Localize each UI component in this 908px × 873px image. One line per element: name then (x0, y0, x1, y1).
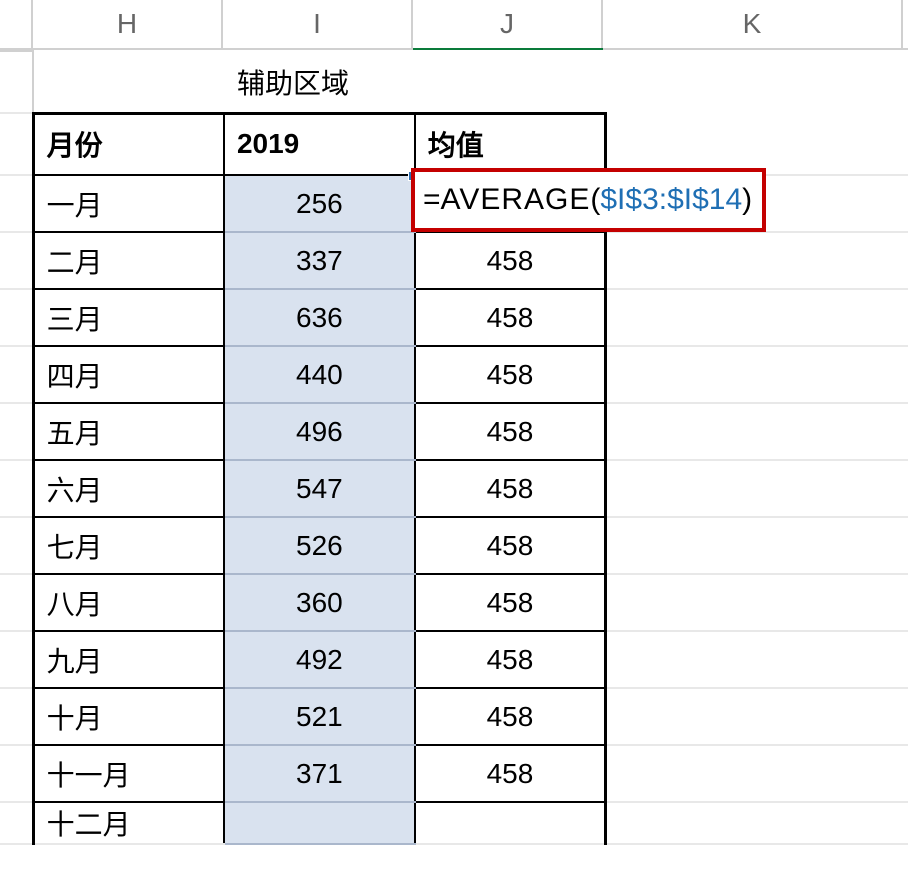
month-cell[interactable]: 八月 (33, 574, 224, 631)
value-cell[interactable]: 526 (224, 517, 415, 574)
avg-cell[interactable]: 458 (415, 403, 606, 460)
month-cell[interactable]: 六月 (33, 460, 224, 517)
row-edge (0, 346, 33, 403)
avg-cell[interactable]: 458 (415, 631, 606, 688)
cell[interactable] (606, 688, 907, 745)
month-cell[interactable]: 四月 (33, 346, 224, 403)
row-edge (0, 403, 33, 460)
avg-cell[interactable]: 458 (415, 517, 606, 574)
row-edge (0, 517, 33, 574)
table-row: 九月 492 458 (0, 631, 907, 688)
month-header-cell[interactable]: 月份 (33, 113, 224, 175)
avg-cell[interactable]: 458 (415, 460, 606, 517)
value-cell[interactable]: 521 (224, 688, 415, 745)
cell[interactable] (606, 113, 907, 175)
month-cell[interactable]: 七月 (33, 517, 224, 574)
table-row: 四月 440 458 (0, 346, 907, 403)
avg-cell[interactable]: 458 (415, 232, 606, 289)
cell[interactable] (415, 51, 606, 113)
cell[interactable] (33, 51, 224, 113)
formula-editor[interactable]: =AVERAGE($I$3:$I$14) (411, 168, 766, 232)
spreadsheet-viewport: H I J K 辅助区域 (0, 0, 908, 873)
column-header-j-label: J (500, 8, 514, 40)
table-row: 六月 547 458 (0, 460, 907, 517)
grid-area: 辅助区域 月份 2019 均值 一月 256 (0, 50, 908, 845)
value-cell[interactable]: 360 (224, 574, 415, 631)
avg-cell[interactable]: 458 (415, 745, 606, 802)
cell[interactable] (606, 517, 907, 574)
column-header-k[interactable]: K (603, 0, 903, 48)
cell[interactable] (606, 51, 907, 113)
value-cell[interactable]: 636 (224, 289, 415, 346)
cell[interactable] (606, 460, 907, 517)
cell[interactable] (606, 631, 907, 688)
aux-area-label-cell[interactable]: 辅助区域 (224, 51, 415, 113)
month-cell[interactable]: 二月 (33, 232, 224, 289)
value-cell[interactable]: 337 (224, 232, 415, 289)
year-header-cell[interactable]: 2019 (224, 113, 415, 175)
value-cell[interactable]: 492 (224, 631, 415, 688)
avg-cell[interactable]: 458 (415, 688, 606, 745)
cell[interactable] (606, 574, 907, 631)
value-cell[interactable]: 496 (224, 403, 415, 460)
table-row: 二月 337 458 (0, 232, 907, 289)
avg-header-cell[interactable]: 均值 (415, 113, 606, 175)
row-edge (0, 289, 33, 346)
month-cell[interactable]: 三月 (33, 289, 224, 346)
row-edge (0, 460, 33, 517)
table-row: 三月 636 458 (0, 289, 907, 346)
cell[interactable] (606, 232, 907, 289)
table-row: 五月 496 458 (0, 403, 907, 460)
column-header-row: H I J K (0, 0, 908, 50)
row-edge (0, 51, 33, 113)
formula-open-paren: ( (590, 183, 600, 216)
row-edge (0, 574, 33, 631)
value-cell[interactable]: 256 (224, 175, 415, 232)
month-cell[interactable]: 一月 (33, 175, 224, 232)
row-edge (0, 688, 33, 745)
month-cell[interactable]: 十月 (33, 688, 224, 745)
formula-close-paren: ) (742, 183, 752, 216)
month-cell[interactable]: 十一月 (33, 745, 224, 802)
table-row: 十月 521 458 (0, 688, 907, 745)
active-column-indicator (413, 48, 603, 50)
row-edge (0, 175, 33, 232)
column-header-h[interactable]: H (33, 0, 223, 48)
table-row: 月份 2019 均值 (0, 113, 907, 175)
avg-cell[interactable]: 458 (415, 289, 606, 346)
cell[interactable] (606, 289, 907, 346)
table-row: 十二月 (0, 802, 907, 844)
month-cell[interactable]: 十二月 (33, 802, 224, 844)
formula-range-ref: $I$3:$I$14 (600, 183, 742, 216)
cell[interactable] (606, 802, 907, 844)
cell[interactable] (606, 745, 907, 802)
row-edge (0, 113, 33, 175)
column-header-i[interactable]: I (223, 0, 413, 48)
corner-spacer (0, 0, 33, 48)
cell[interactable] (606, 403, 907, 460)
row-edge (0, 232, 33, 289)
avg-cell[interactable]: 458 (415, 346, 606, 403)
row-edge (0, 631, 33, 688)
value-cell[interactable]: 547 (224, 460, 415, 517)
row-edge (0, 745, 33, 802)
month-cell[interactable]: 九月 (33, 631, 224, 688)
formula-equals: = (423, 183, 441, 216)
value-cell[interactable]: 440 (224, 346, 415, 403)
avg-cell[interactable]: 458 (415, 574, 606, 631)
column-header-j[interactable]: J (413, 0, 603, 48)
month-cell[interactable]: 五月 (33, 403, 224, 460)
avg-cell[interactable] (415, 802, 606, 844)
table-row: 七月 526 458 (0, 517, 907, 574)
cell[interactable] (606, 346, 907, 403)
value-cell[interactable]: 371 (224, 745, 415, 802)
table-row: 八月 360 458 (0, 574, 907, 631)
formula-function-name: AVERAGE (441, 183, 591, 216)
table-row: 辅助区域 (0, 51, 907, 113)
row-edge (0, 802, 33, 844)
table-row: 十一月 371 458 (0, 745, 907, 802)
value-cell[interactable] (224, 802, 415, 844)
